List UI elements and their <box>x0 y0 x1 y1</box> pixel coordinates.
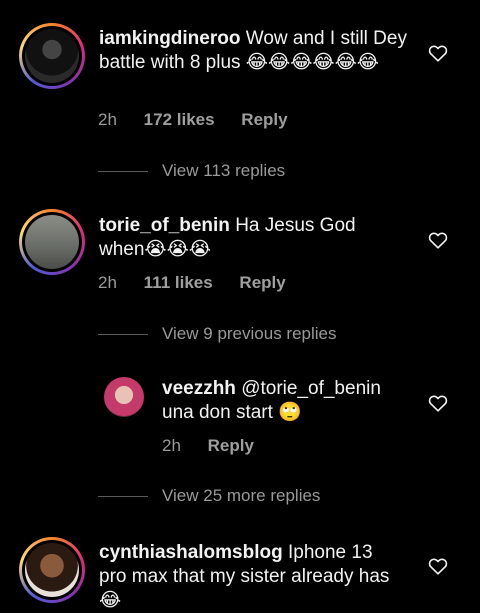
comment-text: cynthiashalomsblog Iphone 13 pro max tha… <box>99 541 399 613</box>
view-previous-replies-link[interactable]: View 9 previous replies <box>162 324 337 344</box>
comment-cynthiashalomsblog: cynthiashalomsblog Iphone 13 pro max tha… <box>0 520 480 612</box>
timestamp: 2h <box>162 436 181 455</box>
username[interactable]: veezzhh <box>162 378 236 399</box>
comment-meta: 2h Reply <box>162 436 276 456</box>
comment-text: veezzhh @torie_of_benin una don start 🙄 <box>162 377 407 425</box>
avatar[interactable] <box>19 537 85 603</box>
view-replies-link[interactable]: View 113 replies <box>162 161 285 181</box>
reply-veezzhh: veezzhh @torie_of_benin una don start 🙄 … <box>0 370 480 470</box>
timestamp: 2h <box>98 273 117 292</box>
username[interactable]: iamkingdineroo <box>99 28 240 49</box>
reply-button[interactable]: Reply <box>208 436 254 455</box>
avatar[interactable] <box>104 377 144 417</box>
view-more-replies-link[interactable]: View 25 more replies <box>162 486 320 506</box>
divider-line <box>98 334 148 335</box>
avatar[interactable] <box>19 23 85 89</box>
divider-line <box>98 496 148 497</box>
heart-outline-icon[interactable] <box>427 555 449 577</box>
comment-text: iamkingdineroo Wow and I still Dey battl… <box>99 27 409 75</box>
comment-iamkingdineroo: iamkingdineroo Wow and I still Dey battl… <box>0 0 480 160</box>
timestamp: 2h <box>98 110 117 129</box>
username[interactable]: cynthiashalomsblog <box>99 542 283 563</box>
comment-meta: 2h 111 likes Reply <box>98 273 308 293</box>
heart-outline-icon[interactable] <box>427 229 449 251</box>
comment-text: torie_of_benin Ha Jesus God when😭😭😭 <box>99 214 389 262</box>
reply-button[interactable]: Reply <box>241 110 287 129</box>
comment-torie-of-benin: torie_of_benin Ha Jesus God when😭😭😭 2h 1… <box>0 180 480 310</box>
reply-button[interactable]: Reply <box>239 273 285 292</box>
comment-meta: 2h 172 likes Reply <box>98 110 310 130</box>
avatar[interactable] <box>19 209 85 275</box>
heart-outline-icon[interactable] <box>427 42 449 64</box>
divider-line <box>98 171 148 172</box>
username[interactable]: torie_of_benin <box>99 215 230 236</box>
like-count[interactable]: 172 likes <box>144 110 215 129</box>
heart-outline-icon[interactable] <box>427 392 449 414</box>
like-count[interactable]: 111 likes <box>144 273 213 292</box>
